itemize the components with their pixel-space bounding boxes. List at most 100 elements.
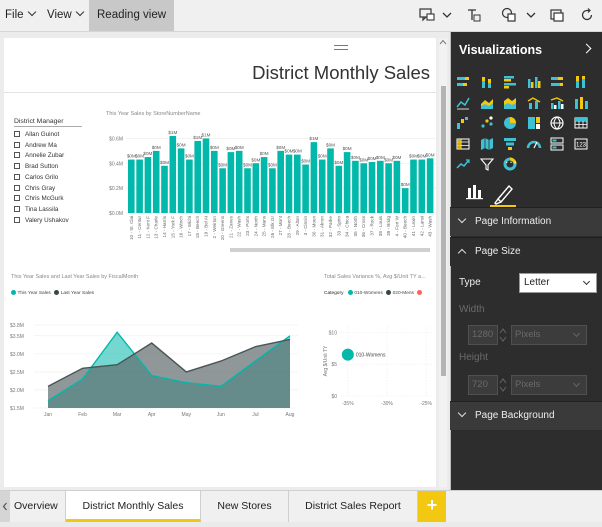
- bar[interactable]: [335, 165, 343, 213]
- 100-stacked-bar-icon[interactable]: [549, 74, 565, 90]
- bar[interactable]: [244, 168, 251, 213]
- scroll-up-icon[interactable]: [438, 38, 448, 46]
- slicer-item[interactable]: Allan Guinot: [14, 130, 59, 139]
- bar[interactable]: [393, 160, 401, 213]
- tab-district-sales-report[interactable]: District Sales Report: [289, 491, 418, 522]
- page-size-section[interactable]: Page Size: [450, 237, 602, 266]
- stacked-column-icon[interactable]: [479, 74, 495, 90]
- kpi-icon[interactable]: [455, 156, 471, 172]
- tab-new-stores[interactable]: New Stores: [201, 491, 289, 522]
- bar[interactable]: [219, 168, 226, 213]
- bar[interactable]: [310, 142, 318, 213]
- bar[interactable]: [368, 162, 376, 213]
- bar[interactable]: [401, 188, 409, 213]
- pie-chart-icon[interactable]: [502, 115, 518, 131]
- chevron-down-icon[interactable]: [438, 6, 456, 24]
- slicer-item[interactable]: Chris Gray: [14, 184, 55, 193]
- comment-bubble-icon[interactable]: [418, 6, 436, 24]
- add-page-button[interactable]: +: [418, 491, 446, 522]
- map-icon[interactable]: [549, 115, 565, 131]
- checkbox[interactable]: [14, 141, 20, 148]
- checkbox[interactable]: [14, 184, 20, 191]
- shapes-icon[interactable]: [500, 6, 518, 24]
- bar[interactable]: [202, 138, 210, 213]
- checkbox[interactable]: [14, 163, 20, 170]
- height-spinner-icon[interactable]: [498, 375, 508, 395]
- width-spinner-icon[interactable]: [498, 325, 508, 345]
- gauge-icon[interactable]: [526, 136, 542, 152]
- ribbon-chart-icon[interactable]: [573, 95, 589, 111]
- file-menu[interactable]: File: [5, 0, 36, 31]
- sales-by-month-area-chart[interactable]: $3.8M $3.5M $3.0M $2.5M $2.0M $1.5M Jan Feb Mar A…: [6, 298, 306, 424]
- bar[interactable]: [269, 168, 276, 213]
- refresh-icon[interactable]: [578, 6, 596, 24]
- page-view-icon[interactable]: [548, 6, 566, 24]
- bar[interactable]: [377, 160, 384, 213]
- slicer-item[interactable]: Carlos Grilo: [14, 173, 58, 182]
- drag-handle-icon[interactable]: [334, 45, 348, 50]
- slicer-item[interactable]: Tina Lassila: [14, 205, 58, 214]
- clustered-bar-icon[interactable]: [502, 74, 518, 90]
- waterfall-icon[interactable]: [455, 115, 471, 131]
- bar[interactable]: [227, 152, 235, 213]
- bar[interactable]: [294, 154, 301, 213]
- bar[interactable]: [343, 152, 351, 213]
- 100-stacked-column-icon[interactable]: [573, 74, 589, 90]
- bar[interactable]: [426, 158, 434, 213]
- page-information-section[interactable]: Page Information: [450, 207, 602, 236]
- reading-view-button[interactable]: Reading view: [89, 0, 175, 31]
- sales-variance-scatter-chart[interactable]: $10 $5 $0 -35% -30% -25% Avg $/Unit TY 010-Wome…: [320, 298, 436, 414]
- bar[interactable]: [285, 154, 293, 213]
- bar[interactable]: [144, 157, 152, 213]
- bar[interactable]: [235, 150, 243, 213]
- bar[interactable]: [418, 159, 426, 213]
- bar[interactable]: [352, 160, 359, 213]
- checkbox[interactable]: [14, 173, 20, 180]
- scatter-icon[interactable]: [479, 115, 495, 131]
- clustered-column-icon[interactable]: [526, 74, 542, 90]
- line-clustered-column-icon[interactable]: [549, 95, 565, 111]
- bar[interactable]: [177, 148, 185, 213]
- bar[interactable]: [186, 159, 193, 213]
- width-unit-dropdown[interactable]: Pixels: [511, 325, 587, 345]
- matrix-icon[interactable]: [455, 136, 471, 152]
- multirow-card-icon[interactable]: [549, 136, 565, 152]
- width-input[interactable]: 1280: [468, 325, 498, 345]
- card-icon[interactable]: 123: [573, 136, 589, 152]
- bar[interactable]: [152, 150, 160, 213]
- bar[interactable]: [385, 163, 392, 213]
- fields-icon[interactable]: [464, 182, 486, 202]
- last-year-area[interactable]: [48, 339, 290, 408]
- funnel-icon[interactable]: [502, 136, 518, 152]
- view-menu[interactable]: View: [47, 0, 84, 31]
- checkbox[interactable]: [14, 152, 20, 159]
- vertical-scrollbar-thumb[interactable]: [441, 86, 446, 376]
- treemap-icon[interactable]: [526, 115, 542, 131]
- area-chart-icon[interactable]: [479, 95, 495, 111]
- line-column-icon[interactable]: [526, 95, 542, 111]
- more-options-icon[interactable]: ...: [505, 153, 518, 165]
- bar-chart-scrollbar[interactable]: [230, 248, 430, 252]
- bar[interactable]: [260, 157, 268, 213]
- checkbox[interactable]: [14, 195, 20, 202]
- stacked-bar-icon[interactable]: [455, 74, 471, 90]
- slicer-item[interactable]: Annelie Zubar: [14, 151, 64, 160]
- bar[interactable]: [252, 163, 260, 213]
- slicer-item[interactable]: Andrew Ma: [14, 141, 57, 150]
- slicer-item[interactable]: Brad Sutton: [14, 162, 58, 171]
- slicer-item[interactable]: Chris McGurk: [14, 194, 63, 203]
- bar[interactable]: [360, 163, 367, 213]
- line-chart-icon[interactable]: [455, 95, 471, 111]
- bar[interactable]: [302, 164, 309, 213]
- bar[interactable]: [136, 159, 143, 213]
- checkbox[interactable]: [14, 205, 20, 212]
- text-box-icon[interactable]: [464, 6, 482, 24]
- bar[interactable]: [277, 150, 284, 213]
- bar[interactable]: [161, 165, 168, 213]
- stacked-area-icon[interactable]: [502, 95, 518, 111]
- slicer-item[interactable]: Valery Ushakov: [14, 216, 69, 225]
- bar[interactable]: [169, 135, 177, 213]
- tab-district-monthly-sales[interactable]: District Monthly Sales: [66, 491, 201, 522]
- bar[interactable]: [128, 159, 135, 213]
- filled-map-icon[interactable]: [479, 136, 495, 152]
